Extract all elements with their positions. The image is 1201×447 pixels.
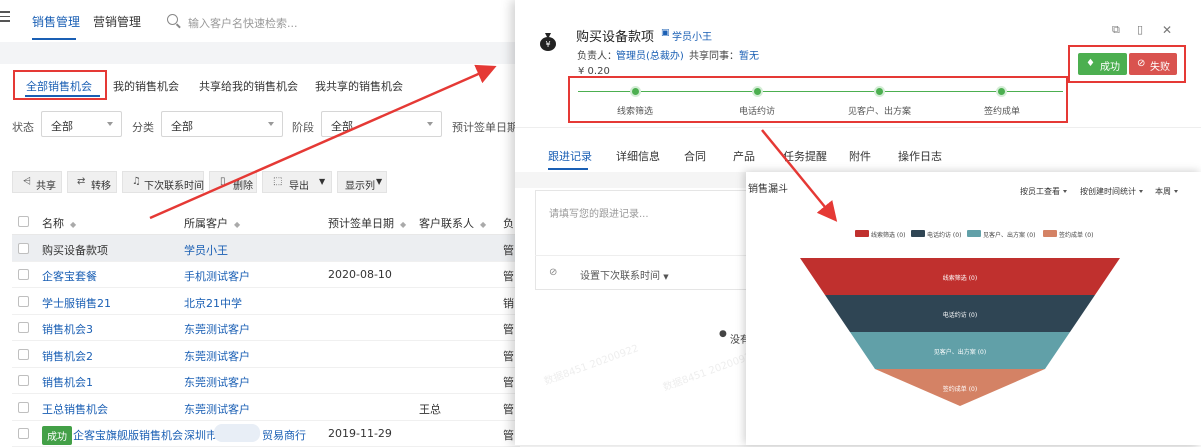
arrow-to-funnel [761, 129, 838, 222]
arrow-to-detail [149, 64, 497, 220]
annotation-arrows [149, 64, 838, 222]
